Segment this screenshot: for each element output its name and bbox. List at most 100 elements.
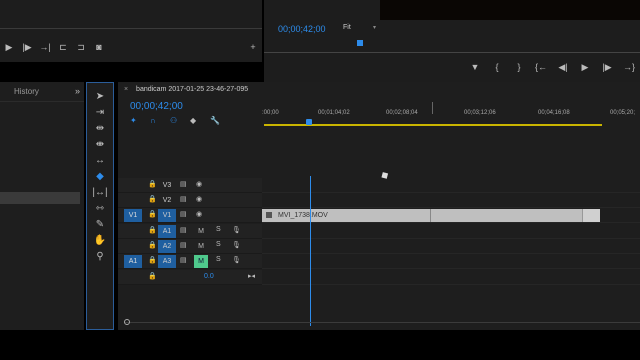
track-name[interactable]: V2: [158, 194, 176, 207]
pen-tool-icon[interactable]: ✎: [87, 217, 113, 233]
add-button-icon[interactable]: +: [244, 42, 262, 52]
clip-tail[interactable]: [582, 209, 600, 222]
track-lane[interactable]: [262, 178, 640, 193]
microphone-icon[interactable]: 🎙: [232, 226, 241, 234]
sync-lock-icon[interactable]: ▤: [180, 226, 187, 234]
history-title[interactable]: History: [0, 82, 84, 102]
track-select-tool-icon[interactable]: ⇥: [87, 105, 113, 121]
slip-tool-icon[interactable]: |↔|: [87, 185, 113, 201]
mute-button[interactable]: M: [194, 240, 208, 253]
zoom-tool-icon[interactable]: ⚲: [87, 249, 113, 265]
track-name[interactable]: A2: [158, 240, 176, 253]
go-to-out-icon[interactable]: →|: [36, 42, 54, 52]
selection-tool-icon[interactable]: ➤: [87, 89, 113, 105]
step-forward-icon[interactable]: |▶: [18, 42, 36, 53]
timeline-playhead[interactable]: [310, 176, 311, 326]
track-header: 🔒 V2 ▤ ◉: [118, 193, 262, 208]
mark-in-icon[interactable]: ▼: [464, 62, 486, 73]
play-icon[interactable]: ▶: [574, 62, 596, 73]
tab-sequence[interactable]: × bandicam 2017-01-25 23-46-27-095: [124, 86, 248, 93]
lock-icon[interactable]: 🔒: [148, 272, 157, 280]
close-icon[interactable]: ×: [124, 86, 128, 93]
snap-icon[interactable]: ∩: [150, 116, 170, 125]
program-timecode[interactable]: 00;00;42;00: [278, 24, 326, 34]
playhead-marker[interactable]: [306, 119, 312, 125]
step-back-icon[interactable]: ◀|: [552, 62, 574, 73]
track-lane[interactable]: [262, 254, 640, 269]
lock-icon[interactable]: 🔒: [148, 180, 157, 188]
microphone-icon[interactable]: 🎙: [232, 241, 241, 249]
ruler-label: 00;02;08;04: [386, 110, 418, 116]
camera-icon[interactable]: ◙: [90, 42, 108, 52]
ripple-edit-tool-icon[interactable]: ⇹: [87, 121, 113, 137]
solo-button[interactable]: S: [216, 226, 221, 233]
sequence-timecode[interactable]: 00;00;42;00: [130, 101, 183, 112]
nest-icon[interactable]: ✦: [130, 116, 150, 125]
tools-panel: ➤ ⇥ ⇹ ⇼ ↔ ◆ |↔| ⇿ ✎ ✋ ⚲: [86, 82, 114, 330]
add-marker-icon[interactable]: ◆: [190, 116, 210, 125]
track-name[interactable]: V3: [158, 179, 176, 192]
ruler-tick: [432, 102, 433, 114]
hand-tool-icon[interactable]: ✋: [87, 233, 113, 249]
lock-icon[interactable]: 🔒: [148, 256, 157, 264]
eye-icon[interactable]: ◉: [196, 180, 202, 188]
lock-icon[interactable]: 🔒: [148, 226, 157, 234]
track-lane[interactable]: [262, 193, 640, 208]
overwrite-icon[interactable]: ⊐: [72, 42, 90, 53]
mute-button[interactable]: M: [194, 225, 208, 238]
mute-button[interactable]: M: [194, 255, 208, 268]
lock-icon[interactable]: 🔒: [148, 241, 157, 249]
sync-lock-icon[interactable]: ▤: [180, 210, 187, 218]
eye-icon[interactable]: ◉: [196, 210, 202, 218]
zoom-select[interactable]: Fit ▾: [340, 22, 378, 34]
source-patch[interactable]: V1: [124, 209, 142, 222]
microphone-icon[interactable]: 🎙: [232, 256, 241, 264]
source-monitor: ▶ |▶ →| ⊏ ⊐ ◙ +: [0, 0, 262, 62]
mark-out-bracket-icon[interactable]: }: [508, 62, 530, 73]
source-transport: ▶ |▶ →| ⊏ ⊐ ◙ +: [0, 40, 262, 54]
scroll-handle[interactable]: [124, 319, 130, 325]
go-to-out-icon[interactable]: →}: [618, 62, 640, 73]
program-scrub-bar[interactable]: [264, 52, 640, 53]
linked-selection-icon[interactable]: ⚇: [170, 116, 190, 125]
rate-stretch-tool-icon[interactable]: ↔: [87, 153, 113, 169]
master-volume[interactable]: 0.0: [204, 273, 214, 280]
timeline-scrollbar[interactable]: [124, 319, 640, 325]
track-lane[interactable]: [262, 239, 640, 254]
source-patch[interactable]: A1: [124, 255, 142, 268]
solo-button[interactable]: S: [216, 256, 221, 263]
sync-lock-icon[interactable]: ▤: [180, 256, 187, 264]
ruler-label: 00;03;12;06: [464, 110, 496, 116]
slide-tool-icon[interactable]: ⇿: [87, 201, 113, 217]
time-ruler[interactable]: :00;00 00;01;04;02 00;02;08;04 00;03;12;…: [262, 102, 640, 128]
step-forward-icon[interactable]: |▶: [596, 62, 618, 73]
track-lane[interactable]: [262, 224, 640, 239]
mark-in-bracket-icon[interactable]: {: [486, 62, 508, 73]
track-row: 🔒 V2 ▤ ◉: [118, 193, 640, 208]
track-row: V1 🔒 V1 ▤ ◉ MVI_1738.MOV: [118, 208, 640, 223]
settings-wrench-icon[interactable]: 🔧: [210, 116, 230, 125]
razor-tool-icon[interactable]: ◆: [87, 169, 113, 185]
ruler-label: :00;00: [262, 110, 279, 116]
track-name[interactable]: V1: [158, 209, 176, 222]
source-scrub-bar[interactable]: [0, 28, 262, 29]
go-to-end-icon[interactable]: ▸◂: [248, 272, 255, 280]
lock-icon[interactable]: 🔒: [148, 195, 157, 203]
rolling-edit-tool-icon[interactable]: ⇼: [87, 137, 113, 153]
sync-lock-icon[interactable]: ▤: [180, 195, 187, 203]
sync-lock-icon[interactable]: ▤: [180, 180, 187, 188]
work-area-bar[interactable]: [264, 124, 602, 126]
eye-icon[interactable]: ◉: [196, 195, 202, 203]
insert-icon[interactable]: ⊏: [54, 42, 72, 53]
play-icon[interactable]: ▶: [0, 42, 18, 53]
go-to-in-icon[interactable]: {←: [530, 62, 552, 73]
sync-lock-icon[interactable]: ▤: [180, 241, 187, 249]
lock-icon[interactable]: 🔒: [148, 210, 157, 218]
track-name[interactable]: A1: [158, 225, 176, 238]
track-name[interactable]: A3: [158, 255, 176, 268]
video-clip[interactable]: MVI_1738.MOV: [262, 209, 600, 222]
history-selected-row[interactable]: [0, 192, 80, 204]
program-playhead[interactable]: [357, 40, 363, 46]
panel-menu-icon[interactable]: »: [75, 86, 80, 96]
solo-button[interactable]: S: [216, 241, 221, 248]
